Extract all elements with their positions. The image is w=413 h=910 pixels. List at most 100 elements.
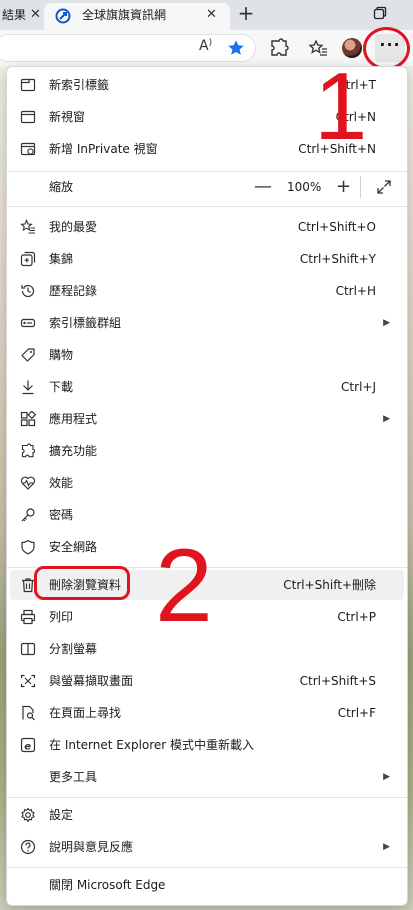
menu-item-settings[interactable]: 設定 bbox=[10, 800, 404, 830]
menu-item-tab-groups[interactable]: 索引標籤群組 ▶ bbox=[10, 308, 404, 338]
menu-label: 我的最愛 bbox=[49, 220, 98, 234]
key-icon bbox=[21, 508, 35, 522]
menu-label: 設定 bbox=[49, 808, 74, 822]
shopping-tag-icon bbox=[21, 348, 35, 362]
annotation-step-2: 2 bbox=[155, 528, 213, 644]
menu-item-extensions[interactable]: 擴充功能 bbox=[10, 436, 404, 466]
shield-icon bbox=[21, 539, 35, 555]
menu-label: 縮放 bbox=[49, 180, 74, 194]
menu-label: 與螢幕擷取畫面 bbox=[49, 674, 134, 688]
menu-item-apps[interactable]: 應用程式 ▶ bbox=[10, 404, 404, 434]
tab-close-icon[interactable]: ✕ bbox=[206, 3, 217, 27]
menu-label: 新增 InPrivate 視窗 bbox=[49, 142, 158, 156]
new-tab-icon bbox=[20, 78, 36, 92]
menu-label: 新索引標籤 bbox=[49, 78, 110, 92]
menu-item-more-tools[interactable]: 更多工具 ▶ bbox=[10, 762, 404, 792]
favorite-star-icon[interactable] bbox=[227, 39, 245, 57]
menu-label: 更多工具 bbox=[49, 770, 98, 784]
menu-label: 關閉 Microsoft Edge bbox=[49, 878, 166, 892]
menu-shortcut: Ctrl+P bbox=[337, 610, 376, 624]
tab-active-title: 全球旗旗資訊網 bbox=[82, 8, 167, 22]
apps-icon bbox=[20, 411, 36, 427]
internet-explorer-icon: e bbox=[20, 737, 36, 753]
menu-label: 說明與意見反應 bbox=[49, 840, 134, 854]
menu-label: 歷程記錄 bbox=[49, 284, 98, 298]
annotation-step-1: 1 bbox=[314, 53, 368, 160]
menu-label: 集錦 bbox=[49, 252, 74, 266]
menu-item-performance[interactable]: 效能 bbox=[10, 468, 404, 498]
printer-icon bbox=[20, 609, 36, 625]
menu-label: 擴充功能 bbox=[49, 444, 98, 458]
menu-item-close-edge[interactable]: 關閉 Microsoft Edge bbox=[10, 870, 404, 900]
favorites-icon bbox=[20, 219, 35, 234]
submenu-arrow-icon: ▶ bbox=[383, 414, 390, 424]
restore-window-icon[interactable] bbox=[373, 6, 387, 20]
gear-icon bbox=[21, 807, 35, 823]
collections-icon bbox=[20, 251, 36, 267]
menu-label: 下載 bbox=[49, 380, 74, 394]
zoom-divider bbox=[360, 176, 361, 198]
read-aloud-label: A bbox=[199, 38, 209, 54]
inprivate-window-icon bbox=[20, 142, 36, 156]
extensions-toolbar-icon[interactable] bbox=[268, 37, 290, 59]
zoom-out-button[interactable]: — bbox=[254, 172, 272, 202]
menu-label: 應用程式 bbox=[49, 412, 98, 426]
menu-shortcut: Ctrl+F bbox=[337, 706, 376, 720]
menu-label: 效能 bbox=[49, 476, 74, 490]
menu-item-favorites[interactable]: 我的最愛 Ctrl+Shift+O bbox=[10, 212, 404, 242]
read-aloud-icon[interactable]: A) bbox=[199, 38, 212, 54]
site-favicon-icon bbox=[55, 8, 71, 24]
new-tab-button[interactable]: + bbox=[232, 0, 260, 28]
tab-bar: 結果 ✕ 全球旗旗資訊網 ✕ + bbox=[0, 0, 413, 30]
menu-shortcut: Ctrl+Shift+刪除 bbox=[283, 578, 376, 592]
menu-label: 列印 bbox=[49, 610, 74, 624]
extensions-icon bbox=[21, 443, 36, 458]
download-icon bbox=[22, 380, 34, 395]
menu-shortcut: Ctrl+J bbox=[341, 380, 376, 394]
menu-item-shopping[interactable]: 購物 bbox=[10, 340, 404, 370]
tab-previous-title: 結果 bbox=[2, 8, 27, 22]
menu-item-passwords[interactable]: 密碼 bbox=[10, 500, 404, 530]
history-icon bbox=[21, 284, 35, 298]
menu-divider bbox=[7, 206, 407, 207]
submenu-arrow-icon: ▶ bbox=[383, 842, 390, 852]
menu-shortcut: Ctrl+Shift+O bbox=[297, 220, 376, 234]
menu-label: 分割螢幕 bbox=[49, 642, 98, 656]
tab-active[interactable]: 全球旗旗資訊網 ✕ bbox=[44, 3, 230, 30]
menu-shortcut: Ctrl+Shift+Y bbox=[299, 252, 376, 266]
find-on-page-icon bbox=[22, 705, 35, 721]
menu-label: 新視窗 bbox=[49, 110, 86, 124]
new-window-icon bbox=[20, 110, 36, 124]
menu-shortcut: Ctrl+H bbox=[335, 284, 376, 298]
settings-and-more-menu: 新索引標籤 Ctrl+T 新視窗 Ctrl+N 新增 InPrivate 視窗 … bbox=[6, 66, 408, 906]
menu-divider bbox=[7, 867, 407, 868]
menu-item-ie-mode[interactable]: e 在 Internet Explorer 模式中重新載入 bbox=[10, 730, 404, 760]
menu-item-help-feedback[interactable]: 說明與意見反應 ▶ bbox=[10, 832, 404, 862]
tab-previous-close-icon[interactable]: ✕ bbox=[30, 3, 41, 27]
split-screen-icon bbox=[20, 642, 36, 656]
menu-item-collections[interactable]: 集錦 Ctrl+Shift+Y bbox=[10, 244, 404, 274]
menu-item-history[interactable]: 歷程記錄 Ctrl+H bbox=[10, 276, 404, 306]
menu-item-downloads[interactable]: 下載 Ctrl+J bbox=[10, 372, 404, 402]
help-icon bbox=[20, 839, 36, 855]
menu-label: 索引標籤群組 bbox=[49, 316, 122, 330]
menu-shortcut: Ctrl+Shift+S bbox=[299, 674, 376, 688]
zoom-level: 100% bbox=[287, 180, 322, 194]
menu-label: 在 Internet Explorer 模式中重新載入 bbox=[49, 738, 255, 752]
annotation-box-clear-browsing-data bbox=[34, 566, 130, 600]
menu-item-find-on-page[interactable]: 在頁面上尋找 Ctrl+F bbox=[10, 698, 404, 728]
menu-item-zoom: 縮放 — 100% + bbox=[10, 171, 404, 203]
menu-label: 安全網路 bbox=[49, 540, 98, 554]
performance-heart-icon bbox=[20, 476, 36, 490]
menu-label: 在頁面上尋找 bbox=[49, 706, 122, 720]
address-bar-input[interactable]: A) bbox=[0, 34, 256, 62]
menu-item-screenshot[interactable]: 與螢幕擷取畫面 Ctrl+Shift+S bbox=[10, 666, 404, 696]
tab-groups-icon bbox=[20, 318, 36, 328]
menu-label: 購物 bbox=[49, 348, 74, 362]
zoom-in-button[interactable]: + bbox=[336, 172, 351, 202]
fullscreen-icon[interactable] bbox=[376, 179, 392, 195]
screenshot-icon bbox=[20, 674, 36, 688]
menu-divider bbox=[7, 797, 407, 798]
menu-label: 密碼 bbox=[49, 508, 74, 522]
submenu-arrow-icon: ▶ bbox=[383, 772, 390, 782]
